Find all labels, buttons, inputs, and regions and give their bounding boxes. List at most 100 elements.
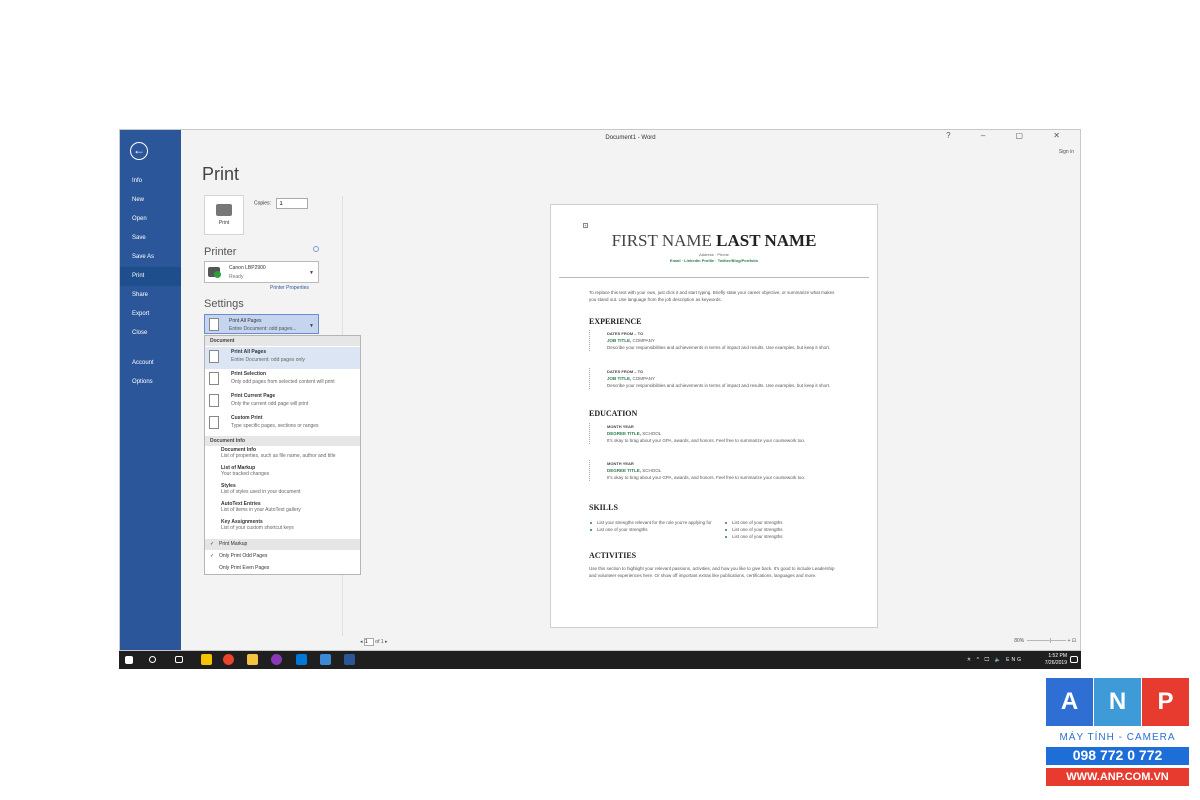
task-view-icon[interactable] bbox=[175, 656, 183, 663]
check-icon: ✓ bbox=[210, 553, 215, 559]
activities-text: Use this section to highlight your relev… bbox=[589, 566, 835, 578]
system-tray[interactable]: ㅊ ^ 🖵 🔈 ENG bbox=[967, 656, 1023, 663]
nav-open[interactable]: Open bbox=[120, 210, 181, 229]
skills-col-left: List your strengths relevant for the rol… bbox=[589, 519, 714, 533]
info-icon[interactable] bbox=[313, 246, 319, 252]
option-document-info[interactable]: Document Info List of properties, such a… bbox=[221, 447, 361, 459]
remote-desktop-icon[interactable] bbox=[320, 654, 331, 665]
nav-share[interactable]: Share bbox=[120, 286, 181, 305]
job-company: COMPANY bbox=[631, 376, 655, 381]
option-print-selection[interactable]: Print Selection Only odd pages from sele… bbox=[205, 369, 360, 391]
search-icon[interactable] bbox=[149, 656, 156, 663]
nav-save-as[interactable]: Save As bbox=[120, 248, 181, 267]
chevron-down-icon: ▼ bbox=[309, 323, 314, 329]
watermark-tagline: MÁY TÍNH - CAMERA bbox=[1059, 732, 1176, 743]
windows-start-icon[interactable] bbox=[125, 656, 133, 664]
option-print-current-page[interactable]: Print Current Page Only the current odd … bbox=[205, 391, 360, 413]
clock-time: 1:52 PM bbox=[1048, 653, 1067, 659]
app-icon[interactable] bbox=[271, 654, 282, 665]
option-print-all-pages[interactable]: Print All Pages Entire Document: odd pag… bbox=[205, 347, 360, 369]
edu-desc: It's okay to brag about your GPA, awards… bbox=[607, 438, 806, 443]
option-only-even-pages[interactable]: Only Print Even Pages bbox=[205, 563, 360, 574]
nav-print[interactable]: Print bbox=[120, 267, 181, 286]
nav-new[interactable]: New bbox=[120, 191, 181, 210]
option-title: Print Selection bbox=[231, 371, 267, 377]
printer-select[interactable]: Canon LBP2900 Ready ▼ bbox=[204, 261, 319, 283]
zoom-slider[interactable]: –————|——— + bbox=[1026, 638, 1070, 644]
nav-account[interactable]: Account bbox=[120, 354, 181, 373]
nav-save[interactable]: Save bbox=[120, 229, 181, 248]
clock[interactable]: 1:52 PM 7/26/2019 bbox=[1045, 653, 1067, 667]
watermark-phone: 098 772 0 772 bbox=[1046, 747, 1189, 765]
print-button[interactable]: Print bbox=[204, 195, 244, 235]
option-list-of-markup[interactable]: List of Markup Your tracked changes bbox=[221, 465, 361, 477]
nav-options[interactable]: Options bbox=[120, 373, 181, 392]
back-arrow-icon[interactable]: ← bbox=[130, 142, 148, 160]
windows-taskbar: ㅊ ^ 🖵 🔈 ENG 1:52 PM 7/26/2019 bbox=[119, 651, 1081, 669]
copies-input[interactable] bbox=[276, 198, 309, 209]
edu-entry: MONTH YEAR DEGREE TITLE, SCHOOL It's oka… bbox=[589, 423, 839, 444]
zoom-level: 80% bbox=[1014, 638, 1025, 644]
option-print-markup[interactable]: ✓ Print Markup bbox=[205, 539, 360, 550]
job-desc: Describe your responsibilities and achie… bbox=[607, 383, 831, 388]
printer-name: Canon LBP2900 bbox=[229, 265, 266, 271]
sign-in-link[interactable]: Sign in bbox=[1059, 149, 1074, 155]
print-preview-page: + FIRST NAME LAST NAME Address · Phone E… bbox=[550, 204, 878, 628]
printer-icon bbox=[216, 204, 232, 216]
chrome-icon[interactable] bbox=[223, 654, 234, 665]
option-only-odd-pages[interactable]: ✓ Only Print Odd Pages bbox=[205, 551, 360, 562]
first-name: FIRST NAME bbox=[611, 231, 712, 250]
logo-letter-p: P bbox=[1142, 678, 1189, 726]
option-autotext-entries[interactable]: AutoText Entries List of items in your A… bbox=[221, 501, 361, 513]
printer-heading: Printer bbox=[204, 246, 237, 258]
copies-label: Copies: bbox=[254, 200, 271, 207]
prev-page-icon[interactable]: ◂ bbox=[360, 639, 363, 645]
edu-title-line: DEGREE TITLE, SCHOOL bbox=[607, 430, 839, 437]
anp-logo: A N P bbox=[1046, 678, 1189, 726]
sticky-notes-icon[interactable] bbox=[201, 654, 212, 665]
logo-letter-a: A bbox=[1046, 678, 1093, 726]
edu-entry: MONTH YEAR DEGREE TITLE, SCHOOL It's oka… bbox=[589, 460, 839, 481]
next-page-icon[interactable]: ▸ bbox=[385, 639, 388, 645]
file-explorer-icon[interactable] bbox=[247, 654, 258, 665]
nav-close[interactable]: Close bbox=[120, 324, 181, 343]
word-icon[interactable] bbox=[344, 654, 355, 665]
print-range-title: Print All Pages bbox=[229, 318, 262, 324]
notification-icon[interactable] bbox=[1070, 656, 1078, 663]
job-desc: Describe your responsibilities and achie… bbox=[607, 345, 831, 350]
option-custom-print[interactable]: Custom Print Type specific pages, sectio… bbox=[205, 413, 360, 435]
option-sub: Your tracked changes bbox=[221, 471, 270, 477]
resume-links: Email · LinkedIn Profile · Twitter/Blog/… bbox=[669, 258, 759, 263]
option-label: Only Print Odd Pages bbox=[219, 553, 268, 559]
nav-export[interactable]: Export bbox=[120, 305, 181, 324]
skill-item: List one of your strengths bbox=[724, 533, 854, 540]
window-controls[interactable]: ? – ▢ ✕ bbox=[946, 131, 1074, 140]
option-styles[interactable]: Styles List of styles used in your docum… bbox=[221, 483, 361, 495]
page-number-input[interactable] bbox=[363, 638, 374, 646]
printer-properties-link[interactable]: Printer Properties bbox=[270, 285, 309, 291]
job-title-line: JOB TITLE, COMPANY bbox=[607, 375, 839, 382]
print-range-sub: Entire Document: odd pages... bbox=[229, 326, 297, 332]
job-title: JOB TITLE, bbox=[607, 338, 632, 343]
move-handle-icon[interactable]: + bbox=[583, 223, 588, 228]
option-sub: Type specific pages, sections or ranges bbox=[231, 423, 319, 429]
print-range-select[interactable]: Print All Pages Entire Document: odd pag… bbox=[204, 314, 319, 334]
skill-item: List one of your strengths bbox=[724, 526, 854, 533]
page-navigator: ◂ of 1 ▸ bbox=[360, 638, 388, 646]
option-sub: List of properties, such as file name, a… bbox=[221, 453, 336, 459]
all-pages-icon bbox=[209, 350, 219, 363]
education-heading: EDUCATION bbox=[589, 409, 638, 418]
custom-print-icon bbox=[209, 416, 219, 429]
current-page-icon bbox=[209, 394, 219, 407]
ready-check-icon bbox=[214, 271, 221, 278]
trello-icon[interactable] bbox=[296, 654, 307, 665]
fit-page-icon[interactable]: ⊡ bbox=[1072, 638, 1076, 644]
word-window: ← Info New Open Save Save As Print Share… bbox=[119, 129, 1081, 651]
option-key-assignments[interactable]: Key Assignments List of your custom shor… bbox=[221, 519, 361, 531]
option-sub: Only odd pages from selected content wil… bbox=[231, 379, 335, 385]
option-title: Print All Pages bbox=[231, 349, 267, 355]
option-label: Print Markup bbox=[219, 541, 248, 547]
option-sub: List of items in your AutoText gallery bbox=[221, 507, 301, 513]
nav-info[interactable]: Info bbox=[120, 172, 181, 191]
check-icon: ✓ bbox=[210, 541, 215, 547]
